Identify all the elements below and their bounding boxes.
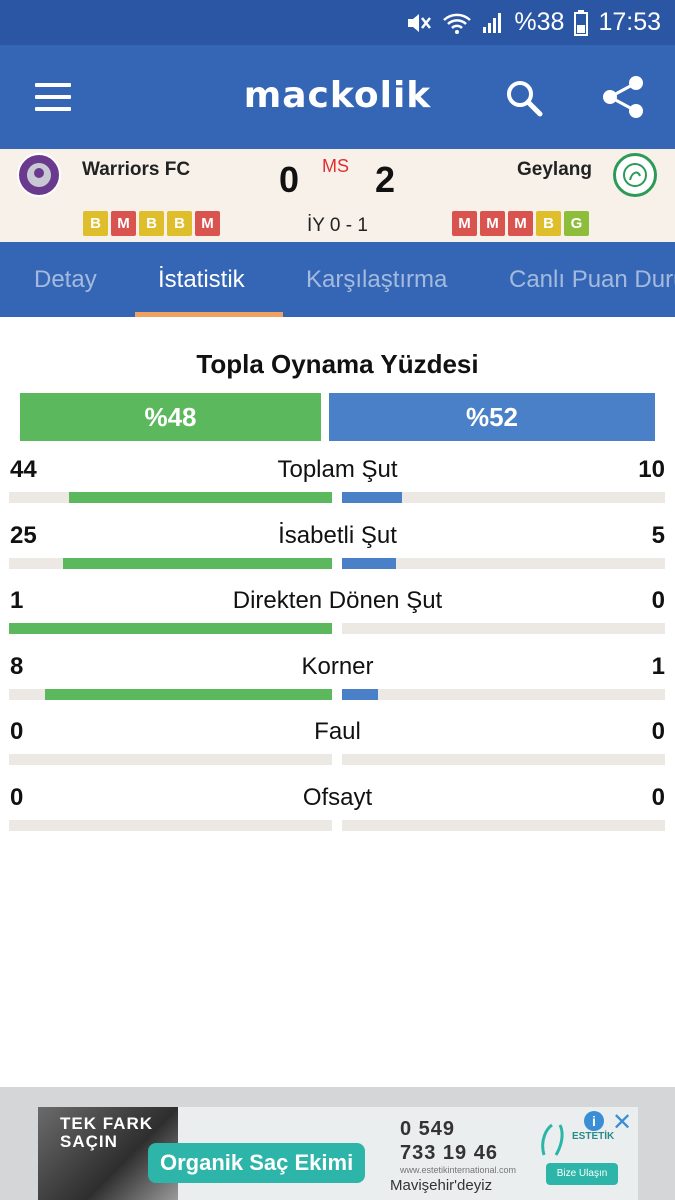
form-badge: M — [452, 211, 477, 236]
stat-label: Faul — [314, 718, 361, 746]
home-stat-track — [9, 492, 332, 503]
tab-istatistik[interactable]: İstatistik — [158, 266, 245, 294]
close-icon[interactable]: ✕ — [612, 1108, 632, 1137]
home-stat-bar — [69, 492, 332, 503]
stat-row: Faul 0 0 — [0, 718, 675, 784]
form-badge: B — [167, 211, 192, 236]
stat-label: Korner — [301, 652, 374, 680]
stat-home-value: 8 — [10, 652, 24, 680]
match-scoreboard[interactable]: Warriors FC 0 MS 2 Geylang BMBBM İY 0 - … — [0, 149, 675, 242]
form-badge: M — [111, 211, 136, 236]
ad-address: Mavişehir'deyiz — [390, 1177, 493, 1194]
clock: 17:53 — [598, 8, 661, 36]
away-stat-track — [342, 557, 665, 569]
away-stat-bar — [342, 557, 396, 569]
home-team-name: Warriors FC — [82, 159, 191, 180]
away-stat-track — [342, 754, 665, 766]
home-stat-track — [9, 557, 332, 569]
stat-row: Toplam Şut 44 10 — [0, 456, 675, 522]
stat-home-value: 0 — [10, 718, 24, 746]
tab-canli-puan-durumu[interactable]: Canlı Puan Durumu — [509, 266, 675, 294]
match-status: MS — [322, 156, 349, 176]
away-stat-track — [342, 623, 665, 635]
stat-away-value: 0 — [651, 587, 665, 615]
home-stat-bar — [45, 688, 332, 700]
half-time-score: İY 0 - 1 — [307, 215, 368, 236]
away-form: MMMBG — [452, 211, 589, 236]
stat-row: Ofsayt 0 0 — [0, 784, 675, 850]
mute-icon — [406, 11, 432, 35]
home-possession-bar: %48 — [20, 393, 321, 441]
signal-icon — [482, 11, 504, 35]
away-stat-track — [342, 688, 665, 700]
info-icon[interactable]: i — [584, 1111, 604, 1131]
stat-row: İsabetli Şut 25 5 — [0, 522, 675, 588]
form-badge: M — [195, 211, 220, 236]
stat-row: Direkten Dönen Şut 1 0 — [0, 587, 675, 653]
stat-home-value: 1 — [10, 587, 24, 615]
tab-karsilastirma[interactable]: Karşılaştırma — [306, 266, 447, 294]
away-stat-bar — [342, 688, 378, 700]
home-score: 0 — [279, 159, 300, 200]
form-badge: B — [139, 211, 164, 236]
away-stat-track — [342, 492, 665, 503]
home-stat-bar — [9, 623, 332, 635]
form-badge: B — [536, 211, 561, 236]
stat-label: Ofsayt — [302, 784, 373, 811]
ad-banner-area: TEK FARK SAÇIN Organik Saç Ekimi 0 549 7… — [0, 1087, 675, 1200]
home-stat-track — [9, 754, 332, 766]
search-icon[interactable] — [505, 79, 543, 122]
away-team-name: Geylang — [517, 159, 592, 180]
app-logo: mackolik — [243, 75, 432, 116]
form-badge: B — [83, 211, 108, 236]
ad-url: www.estetikinternational.com — [400, 1165, 517, 1175]
ad-banner[interactable]: TEK FARK SAÇIN Organik Saç Ekimi 0 549 7… — [38, 1107, 638, 1200]
form-badge: M — [480, 211, 505, 236]
ad-headline: TEK FARK SAÇIN — [60, 1114, 153, 1151]
stat-away-value: 0 — [651, 784, 665, 811]
home-stat-track — [9, 623, 332, 635]
share-icon[interactable] — [600, 75, 646, 124]
active-tab-indicator — [135, 312, 283, 317]
ad-cta-button[interactable]: Bize Ulaşın — [546, 1163, 618, 1185]
stat-away-value: 5 — [651, 521, 665, 549]
stat-away-value: 10 — [638, 456, 665, 483]
stat-row: Korner 8 1 — [0, 653, 675, 719]
home-stat-bar — [63, 557, 332, 569]
stat-away-value: 1 — [651, 652, 665, 680]
away-possession-bar: %52 — [329, 393, 655, 441]
form-badge: M — [508, 211, 533, 236]
tab-detay[interactable]: Detay — [34, 266, 97, 294]
status-bar: %38 17:53 — [0, 0, 675, 45]
stat-home-value: 0 — [10, 784, 24, 811]
away-score: 2 — [375, 159, 396, 200]
home-stat-track — [9, 688, 332, 700]
form-badge: G — [564, 211, 589, 236]
away-stat-bar — [342, 492, 402, 503]
ad-phone: 0 549 733 19 46 — [400, 1118, 498, 1164]
ad-brand: ESTETİK — [572, 1131, 615, 1142]
brand-logo-icon — [538, 1121, 570, 1164]
tab-bar: Detay İstatistik Karşılaştırma Canlı Pua… — [0, 242, 675, 317]
app-bar: mackolik — [0, 45, 675, 149]
home-form: BMBBM — [83, 211, 220, 236]
stat-label: İsabetli Şut — [278, 521, 397, 549]
stat-label: Toplam Şut — [277, 456, 398, 483]
stat-home-value: 44 — [10, 456, 37, 483]
away-stat-track — [342, 820, 665, 831]
stat-away-value: 0 — [651, 718, 665, 746]
away-team-logo — [613, 153, 657, 197]
wifi-icon — [442, 11, 472, 35]
stat-home-value: 25 — [10, 521, 37, 549]
home-team-logo — [17, 153, 61, 197]
battery-level: %38 — [514, 8, 565, 36]
home-stat-track — [9, 820, 332, 831]
battery-icon — [574, 9, 589, 36]
ad-pill[interactable]: Organik Saç Ekimi — [148, 1143, 366, 1183]
stat-label: Direkten Dönen Şut — [232, 587, 443, 615]
possession-title: Topla Oynama Yüzdesi — [196, 349, 479, 379]
